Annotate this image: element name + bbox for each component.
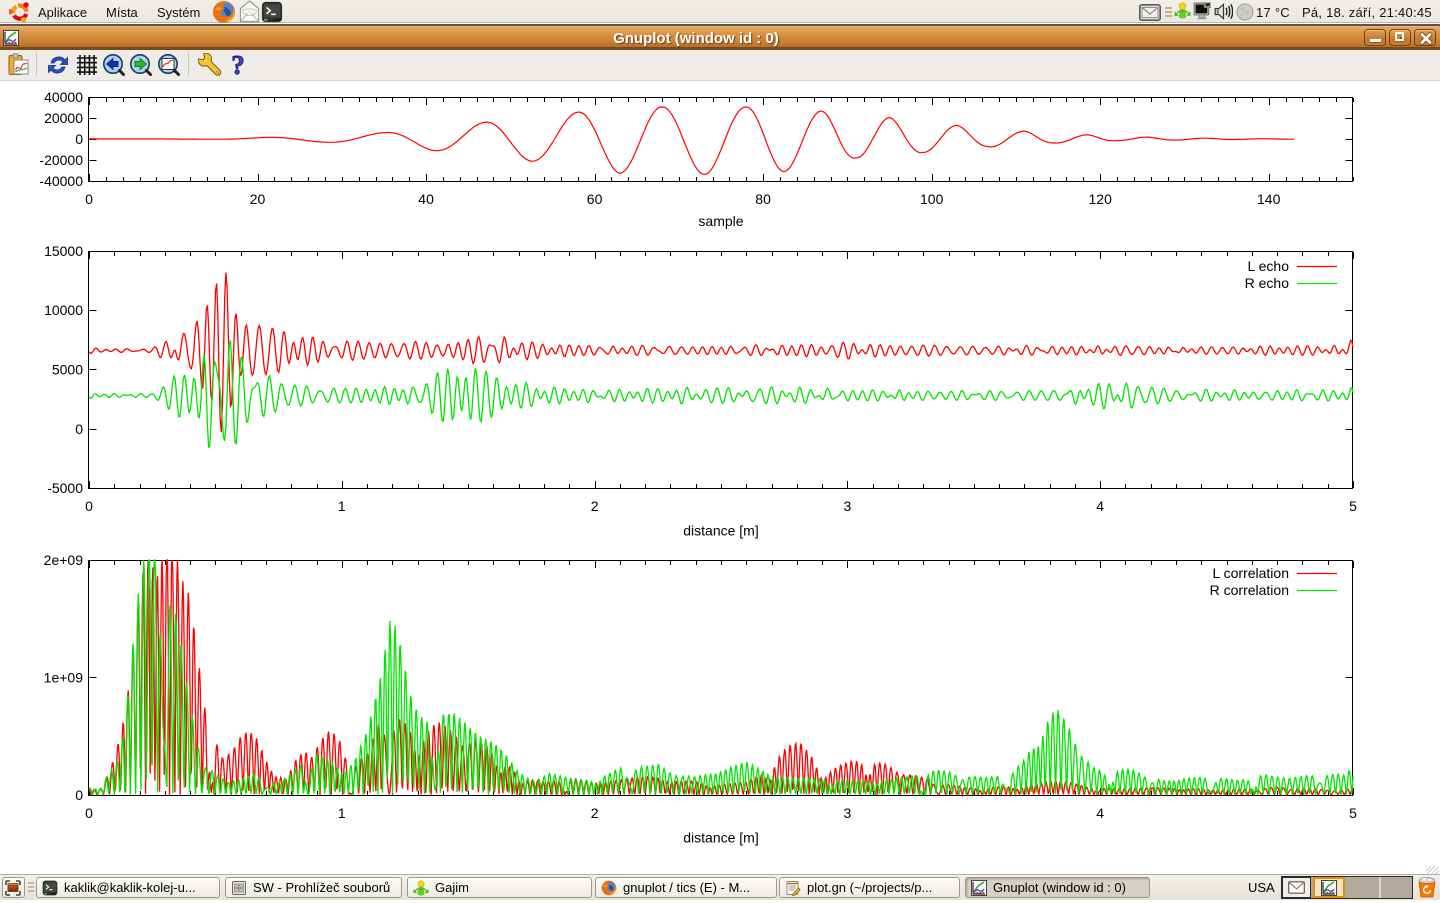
svg-text:2e+09: 2e+09: [44, 552, 84, 568]
svg-text:40000: 40000: [44, 89, 83, 105]
svg-text:R correlation: R correlation: [1210, 582, 1289, 598]
svg-text:3: 3: [844, 498, 852, 514]
svg-text:R echo: R echo: [1245, 275, 1290, 291]
svg-text:5: 5: [1349, 805, 1357, 821]
svg-text:5: 5: [1349, 498, 1357, 514]
svg-text:3: 3: [844, 805, 852, 821]
svg-text:4: 4: [1096, 498, 1104, 514]
svg-text:1e+09: 1e+09: [44, 670, 84, 686]
svg-text:L correlation: L correlation: [1212, 565, 1289, 581]
svg-text:0: 0: [75, 787, 83, 803]
svg-text:120: 120: [1089, 191, 1113, 207]
svg-text:1: 1: [338, 498, 346, 514]
svg-text:0: 0: [85, 191, 93, 207]
svg-text:distance [m]: distance [m]: [683, 830, 758, 846]
svg-text:5000: 5000: [52, 362, 83, 378]
svg-text:140: 140: [1257, 191, 1281, 207]
svg-text:1: 1: [338, 805, 346, 821]
svg-text:0: 0: [75, 131, 83, 147]
svg-text:20: 20: [250, 191, 266, 207]
svg-text:-5000: -5000: [47, 480, 83, 496]
svg-text:2: 2: [591, 498, 599, 514]
svg-text:-20000: -20000: [39, 152, 83, 168]
svg-text:-40000: -40000: [39, 173, 83, 189]
svg-text:100: 100: [920, 191, 944, 207]
svg-text:2: 2: [591, 805, 599, 821]
svg-text:15000: 15000: [44, 243, 83, 259]
svg-text:80: 80: [755, 191, 771, 207]
svg-text:0: 0: [85, 805, 93, 821]
svg-text:4: 4: [1096, 805, 1104, 821]
svg-text:0: 0: [75, 421, 83, 437]
svg-text:60: 60: [587, 191, 603, 207]
svg-text:L echo: L echo: [1247, 258, 1289, 274]
svg-text:0: 0: [85, 498, 93, 514]
svg-text:sample: sample: [698, 213, 743, 229]
svg-text:distance [m]: distance [m]: [683, 523, 758, 539]
svg-text:?: ?: [231, 53, 245, 77]
svg-text:20000: 20000: [44, 110, 83, 126]
svg-text:40: 40: [418, 191, 434, 207]
svg-text:10000: 10000: [44, 302, 83, 318]
